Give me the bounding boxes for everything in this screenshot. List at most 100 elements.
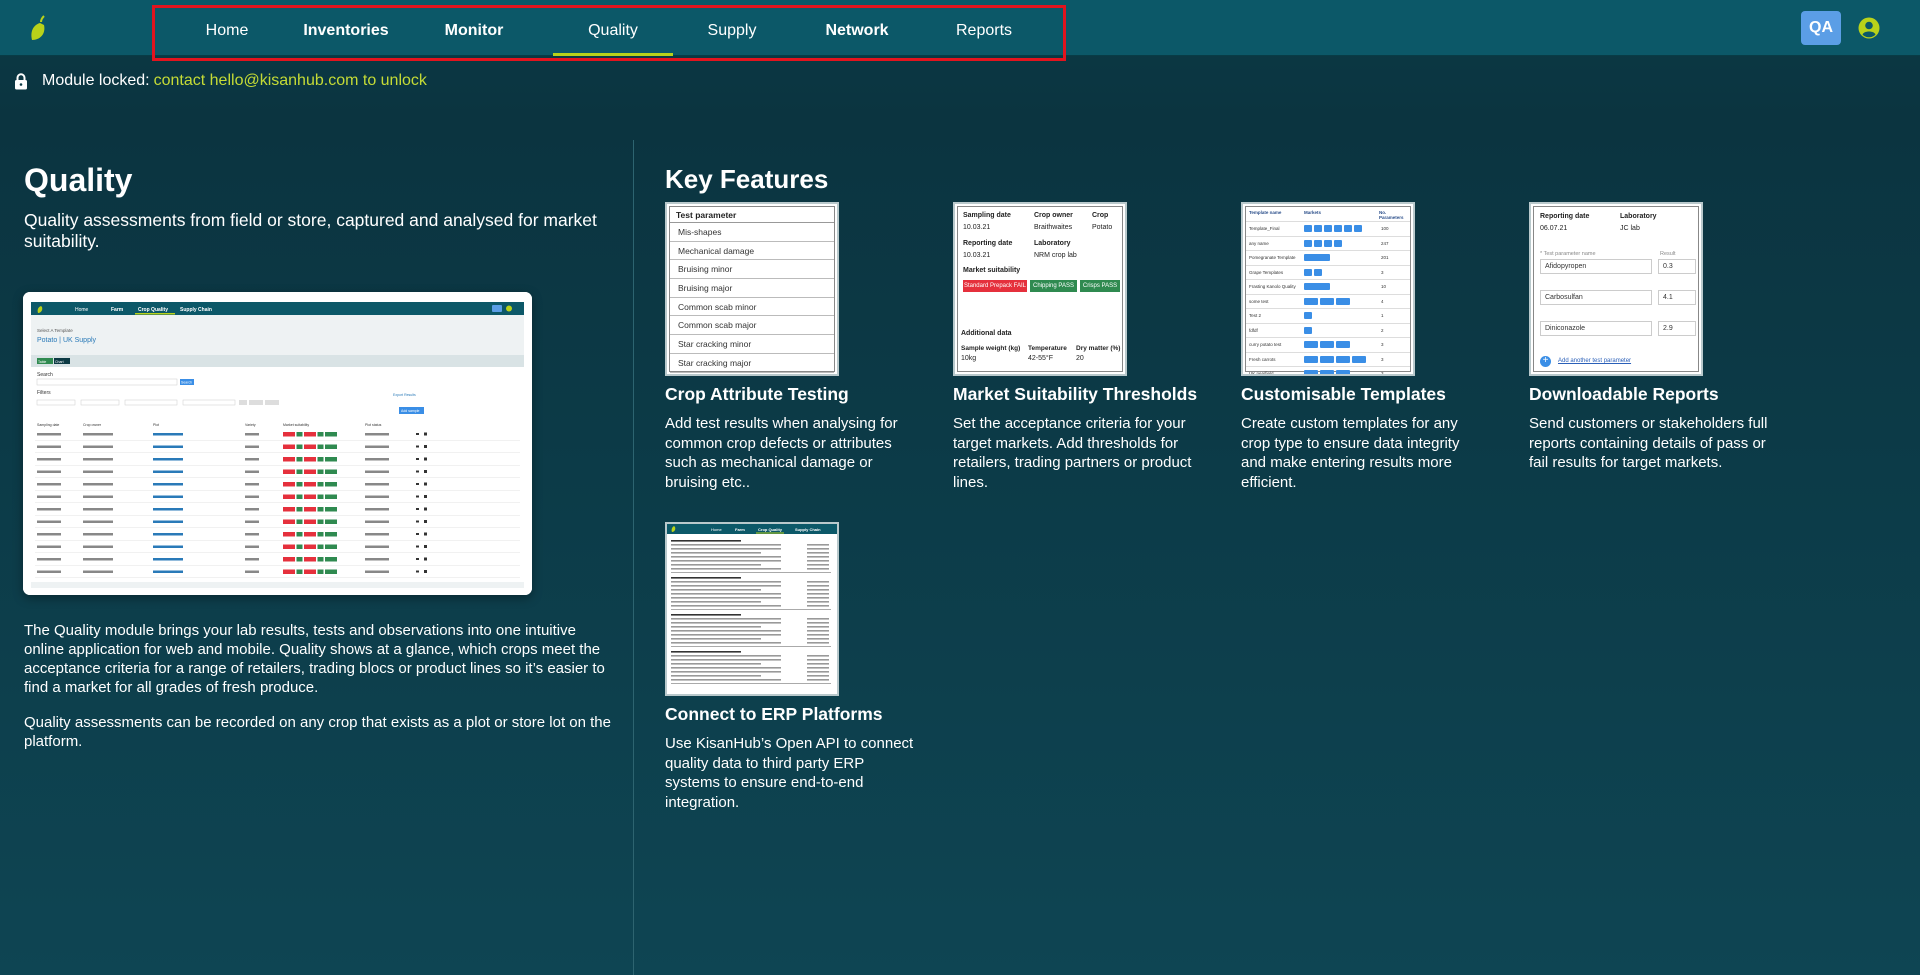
template-parameter-count: 1 (1381, 313, 1384, 318)
row-edit-icon (424, 557, 427, 561)
erp-nav-crop-quality: Crop Quality (758, 527, 783, 532)
market-suitability-badge (304, 532, 316, 537)
row-edit-icon (424, 507, 427, 511)
erp-report-line (671, 634, 781, 636)
market-suitability-badge (317, 494, 324, 499)
market-chip (1324, 239, 1332, 247)
market-suitability-badge (304, 569, 316, 574)
table-cell-text (37, 570, 61, 573)
market-suitability-label: Market suitability (963, 267, 1021, 274)
temperature-value: 42-55°F (1028, 355, 1053, 362)
table-cell-text (153, 570, 183, 573)
erp-report-line (671, 585, 781, 587)
market-suitability-badge (317, 444, 324, 449)
screenshot-nav-home: Home (75, 307, 89, 313)
table-cell-text (153, 483, 183, 486)
table-cell-text (37, 470, 61, 473)
nav-inventories[interactable]: Inventories (299, 8, 393, 58)
market-suitability-badge (296, 444, 303, 449)
reporting-date-value: 10.03.21 (963, 252, 991, 259)
market-suitability-badge (317, 457, 324, 462)
market-suitability-badge (304, 444, 316, 449)
feature-title-crop-attribute-testing: Crop Attribute Testing (665, 384, 849, 404)
table-cell-text (365, 545, 389, 548)
template-name: any name (1249, 240, 1269, 246)
top-navigation-bar: Home Inventories Monitor Quality Supply … (0, 0, 1920, 61)
user-account-icon[interactable] (1858, 17, 1880, 39)
quality-module-screenshot: Home Farm Crop Quality Supply Chain Sele… (23, 292, 532, 595)
table-cell-text (37, 558, 61, 561)
erp-report-line (671, 642, 781, 644)
nav-home[interactable]: Home (193, 8, 261, 58)
erp-report-value (807, 564, 829, 566)
feature-desc-crop-attribute-testing: Add test results when analysing for comm… (665, 415, 898, 491)
screenshot-template-label: Select A Template (37, 328, 73, 333)
table-cell-text (37, 495, 61, 498)
screenshot-filters-label: Filters (37, 390, 51, 396)
erp-report-separator (671, 646, 831, 647)
badge-chipping-pass: Chipping PASS (1030, 280, 1077, 292)
row-edit-icon (424, 532, 427, 536)
dry-matter-label: Dry matter (%) (1076, 345, 1121, 352)
nav-network[interactable]: Network (821, 8, 893, 58)
nav-reports[interactable]: Reports (951, 8, 1017, 58)
screenshot-col-market: Market suitability (283, 423, 309, 427)
test-parameter-name-label: * Test parameter name (1540, 251, 1596, 257)
user-initials-badge[interactable]: QA (1801, 11, 1841, 45)
market-chip (1320, 355, 1334, 363)
template-parameter-count: 3 (1381, 371, 1384, 376)
market-suitability-badge (296, 457, 303, 462)
nav-quality[interactable]: Quality (553, 8, 673, 58)
erp-report-line (671, 651, 741, 653)
table-cell-text (153, 508, 183, 511)
dry-matter-value: 20 (1076, 355, 1084, 362)
market-suitability-badge (325, 432, 337, 437)
erp-report-value (807, 622, 829, 624)
nav-supply[interactable]: Supply (701, 8, 763, 58)
erp-report-value (807, 560, 829, 562)
test-parameter-row: Star cracking minor (670, 335, 834, 354)
crop-label: Crop (1092, 212, 1109, 219)
template-row: Template_Final 100 (1246, 221, 1410, 236)
screenshot-search-button: Search (181, 381, 192, 385)
row-edit-icon (424, 432, 427, 436)
table-cell-text (365, 495, 389, 498)
market-chip (1304, 297, 1318, 305)
nav-monitor[interactable]: Monitor (433, 8, 515, 58)
contact-unlock-link[interactable]: contact hello@kisanhub.com to unlock (154, 72, 427, 90)
market-suitability-badge (304, 494, 316, 499)
sampling-date-label: Sampling date (963, 212, 1011, 219)
market-suitability-badge (304, 519, 316, 524)
screenshot-col-owner: Crop owner (83, 423, 102, 427)
table-cell-text (153, 470, 183, 473)
template-name: some test (1249, 298, 1269, 304)
table-cell-text (83, 495, 113, 498)
feature-desc-customisable-templates: Create custom templates for any crop typ… (1241, 415, 1460, 491)
template-parameter-count: 3 (1381, 342, 1384, 347)
crop-owner-value: Braithwaites (1034, 224, 1073, 231)
kisanhub-logo-icon[interactable] (28, 14, 52, 42)
row-dropdown-icon (416, 533, 419, 535)
table-cell-text (83, 433, 113, 436)
market-chip (1314, 225, 1322, 232)
table-cell-text (83, 445, 113, 448)
erp-report-line (671, 630, 781, 632)
table-cell-text (245, 558, 259, 561)
crop-value: Potato (1092, 224, 1113, 231)
erp-report-line (671, 605, 781, 607)
erp-report-value (807, 630, 829, 632)
erp-report-value (807, 593, 829, 595)
sample-weight-value: 10kg (961, 355, 977, 362)
erp-report-line (671, 544, 781, 546)
column-divider (633, 140, 634, 975)
template-name: Pomegranate Template (1249, 255, 1296, 260)
quality-description-2: Quality assessments can be recorded on a… (24, 714, 611, 750)
market-suitability-badge (283, 482, 295, 487)
template-name: Template_Final (1249, 226, 1280, 231)
row-edit-icon (424, 570, 427, 573)
template-name: Grape Templates (1249, 269, 1284, 275)
market-suitability-badge (283, 544, 295, 549)
template-row: Test 2 1 (1246, 308, 1410, 323)
feature-title-customisable-templates: Customisable Templates (1241, 384, 1446, 404)
erp-report-separator (671, 683, 831, 684)
